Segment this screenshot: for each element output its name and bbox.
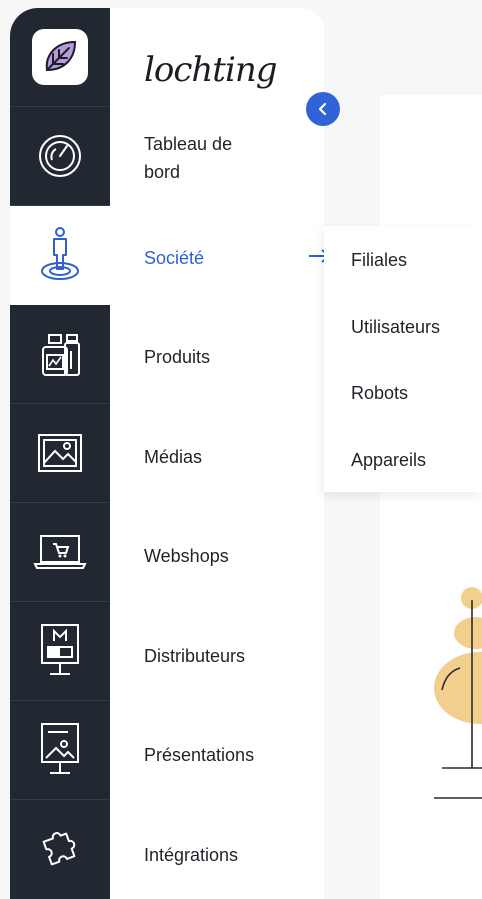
laptop-cart-icon: [33, 535, 87, 569]
nav-panel: lochting Tableau de bord Société Produit…: [110, 8, 331, 899]
societe-submenu: Filiales Utilisateurs Robots Appareils: [324, 226, 482, 492]
nav-item-tableau-de-bord[interactable]: Tableau de bord: [144, 130, 264, 186]
nav-item-integrations[interactable]: Intégrations: [144, 841, 304, 869]
brand-logo-text: lochting: [144, 50, 277, 90]
rail-item-distributeurs[interactable]: [10, 602, 110, 701]
icon-rail: [10, 8, 110, 899]
nav-item-medias[interactable]: Médias: [144, 443, 304, 471]
collapse-sidebar-button[interactable]: [306, 92, 340, 126]
submenu-item-filiales[interactable]: Filiales: [351, 250, 407, 271]
display-board-icon: [41, 624, 79, 675]
rail-item-presentations[interactable]: [10, 701, 110, 800]
image-icon: [38, 434, 82, 472]
nav-item-presentations[interactable]: Présentations: [144, 741, 304, 769]
product-bottles-icon: [42, 334, 80, 376]
submenu-item-robots[interactable]: Robots: [351, 383, 408, 404]
dashboard-gauge-icon: [39, 135, 81, 177]
nav-item-produits[interactable]: Produits: [144, 343, 304, 371]
submenu-item-utilisateurs[interactable]: Utilisateurs: [351, 317, 440, 338]
nav-item-societe[interactable]: Société: [144, 244, 331, 272]
leaf-logo-icon: [32, 29, 88, 85]
submenu-item-appareils[interactable]: Appareils: [351, 450, 426, 471]
plant-illustration: [434, 587, 482, 799]
presentation-screen-icon: [41, 723, 79, 774]
rail-item-medias[interactable]: [10, 404, 110, 503]
rail-item-logo[interactable]: [10, 8, 110, 107]
puzzle-piece-icon: [42, 831, 76, 865]
rail-item-produits[interactable]: [10, 305, 110, 404]
chevron-left-icon: [318, 102, 327, 116]
nav-item-label: Société: [144, 248, 205, 268]
rail-item-societe[interactable]: [10, 206, 110, 305]
rail-item-integrations[interactable]: [10, 800, 110, 899]
nav-item-distributeurs[interactable]: Distributeurs: [144, 642, 304, 670]
nav-item-webshops[interactable]: Webshops: [144, 542, 304, 570]
rail-item-webshops[interactable]: [10, 503, 110, 602]
person-on-platform-icon: [41, 227, 79, 280]
rail-item-dashboard[interactable]: [10, 107, 110, 206]
